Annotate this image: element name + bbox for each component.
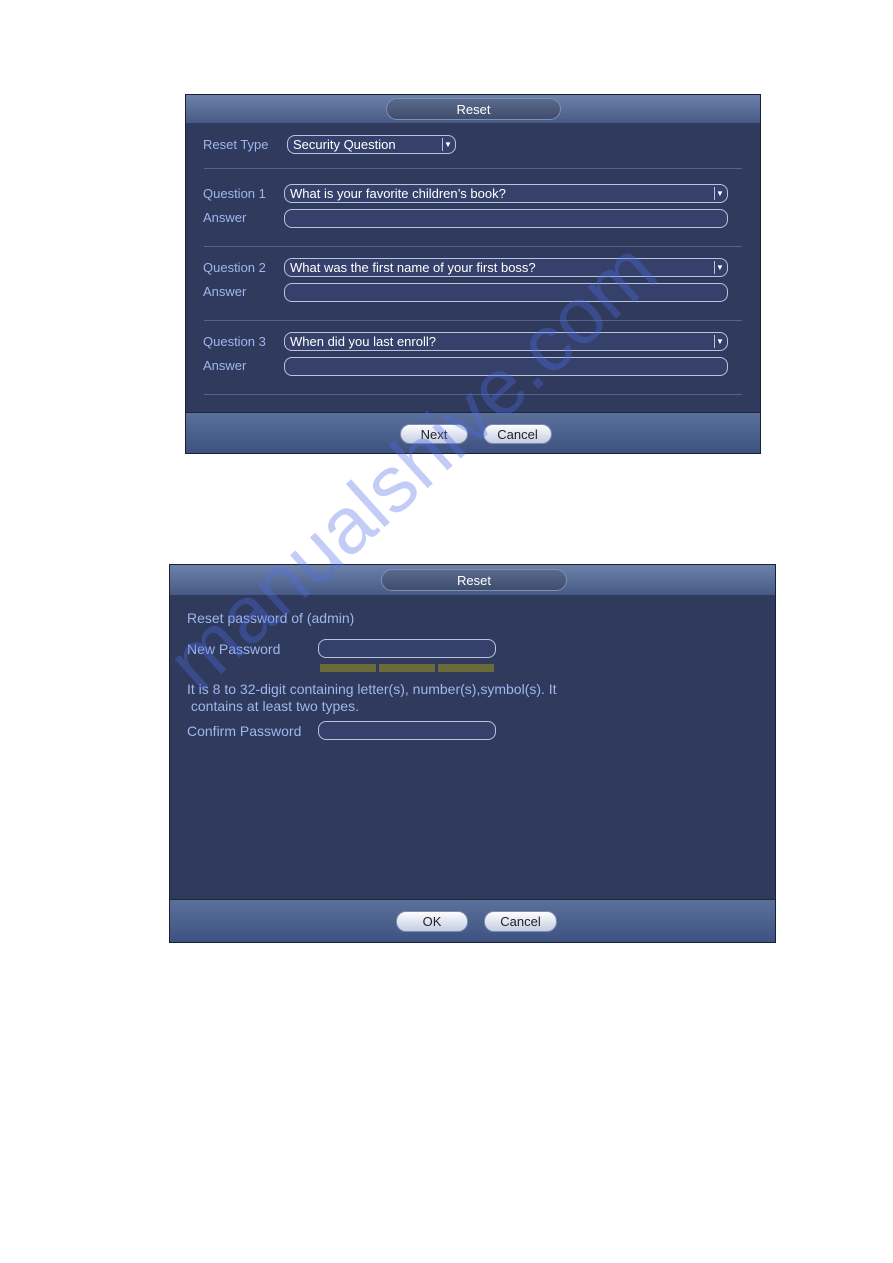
dialog-title: Reset — [381, 569, 567, 591]
cancel-button[interactable]: Cancel — [484, 911, 557, 932]
answer-3-input[interactable] — [284, 357, 728, 376]
cancel-button[interactable]: Cancel — [483, 424, 552, 444]
question-2-label: Question 2 — [203, 260, 266, 275]
reset-type-select[interactable]: Security Question ▼ — [287, 135, 456, 154]
answer-2-label: Answer — [203, 284, 247, 299]
question-1-value: What is your favorite children’s book? — [290, 186, 506, 201]
answer-3-label: Answer — [203, 358, 247, 373]
password-strength-bar — [320, 664, 494, 672]
next-button[interactable]: Next — [400, 424, 468, 444]
ok-button[interactable]: OK — [396, 911, 468, 932]
confirm-password-input[interactable] — [318, 721, 496, 740]
dialog-footer — [186, 412, 760, 453]
answer-1-input[interactable] — [284, 209, 728, 228]
chevron-down-icon: ▼ — [714, 335, 725, 348]
question-2-select[interactable]: What was the first name of your first bo… — [284, 258, 728, 277]
question-3-select[interactable]: When did you last enroll? ▼ — [284, 332, 728, 351]
reset-security-question-dialog: Reset Reset Type Security Question ▼ Ques… — [185, 94, 761, 454]
divider — [204, 320, 742, 321]
new-password-label: New Password — [187, 641, 281, 657]
divider — [204, 246, 742, 247]
password-hint-line-1: It is 8 to 32-digit containing letter(s)… — [187, 681, 557, 697]
answer-2-input[interactable] — [284, 283, 728, 302]
reset-type-label: Reset Type — [203, 137, 269, 152]
dialog-footer — [170, 899, 775, 942]
question-3-value: When did you last enroll? — [290, 334, 436, 349]
question-3-label: Question 3 — [203, 334, 266, 349]
divider — [204, 168, 742, 169]
password-hint-line-2: contains at least two types. — [187, 698, 359, 714]
reset-password-text: Reset password of (admin) — [187, 610, 355, 626]
new-password-input[interactable] — [318, 639, 496, 658]
chevron-down-icon: ▼ — [714, 187, 725, 200]
chevron-down-icon: ▼ — [442, 138, 453, 151]
answer-1-label: Answer — [203, 210, 247, 225]
chevron-down-icon: ▼ — [714, 261, 725, 274]
reset-password-dialog: Reset Reset password of (admin) New Pass… — [169, 564, 776, 943]
dialog-title: Reset — [386, 98, 561, 120]
question-1-label: Question 1 — [203, 186, 266, 201]
confirm-password-label: Confirm Password — [187, 723, 302, 739]
divider — [204, 394, 742, 395]
question-2-value: What was the first name of your first bo… — [290, 260, 536, 275]
reset-type-value: Security Question — [293, 137, 396, 152]
question-1-select[interactable]: What is your favorite children’s book? ▼ — [284, 184, 728, 203]
